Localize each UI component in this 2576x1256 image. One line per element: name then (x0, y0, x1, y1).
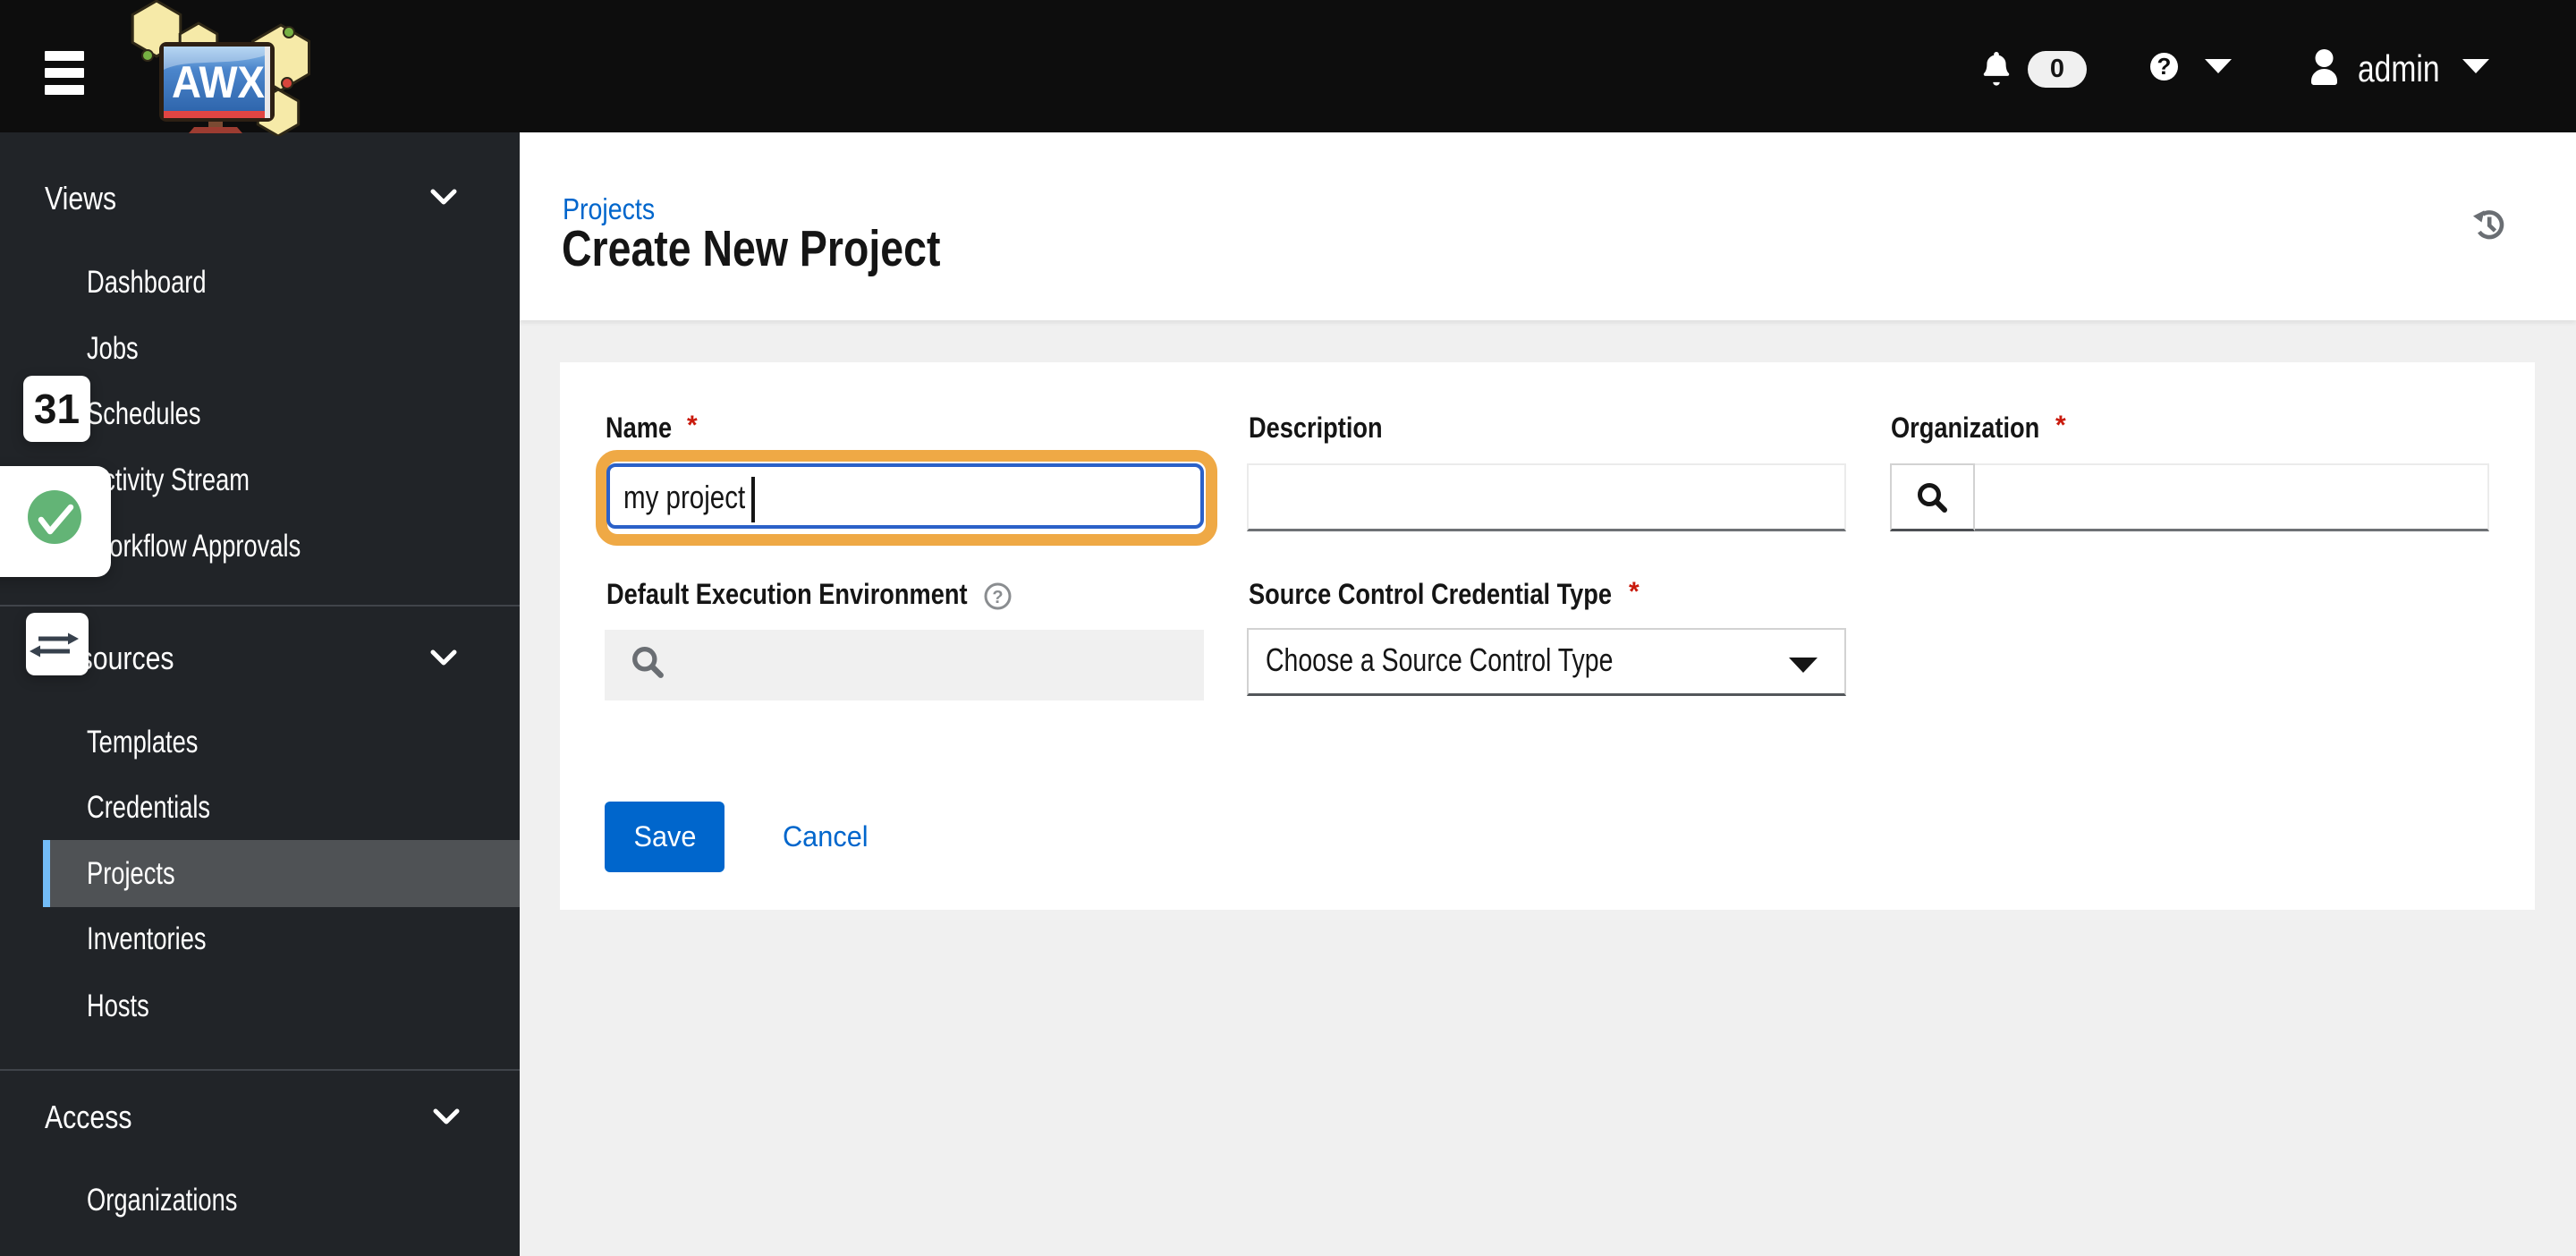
svg-text:AWX: AWX (172, 57, 265, 107)
svg-text:?: ? (992, 588, 1003, 607)
